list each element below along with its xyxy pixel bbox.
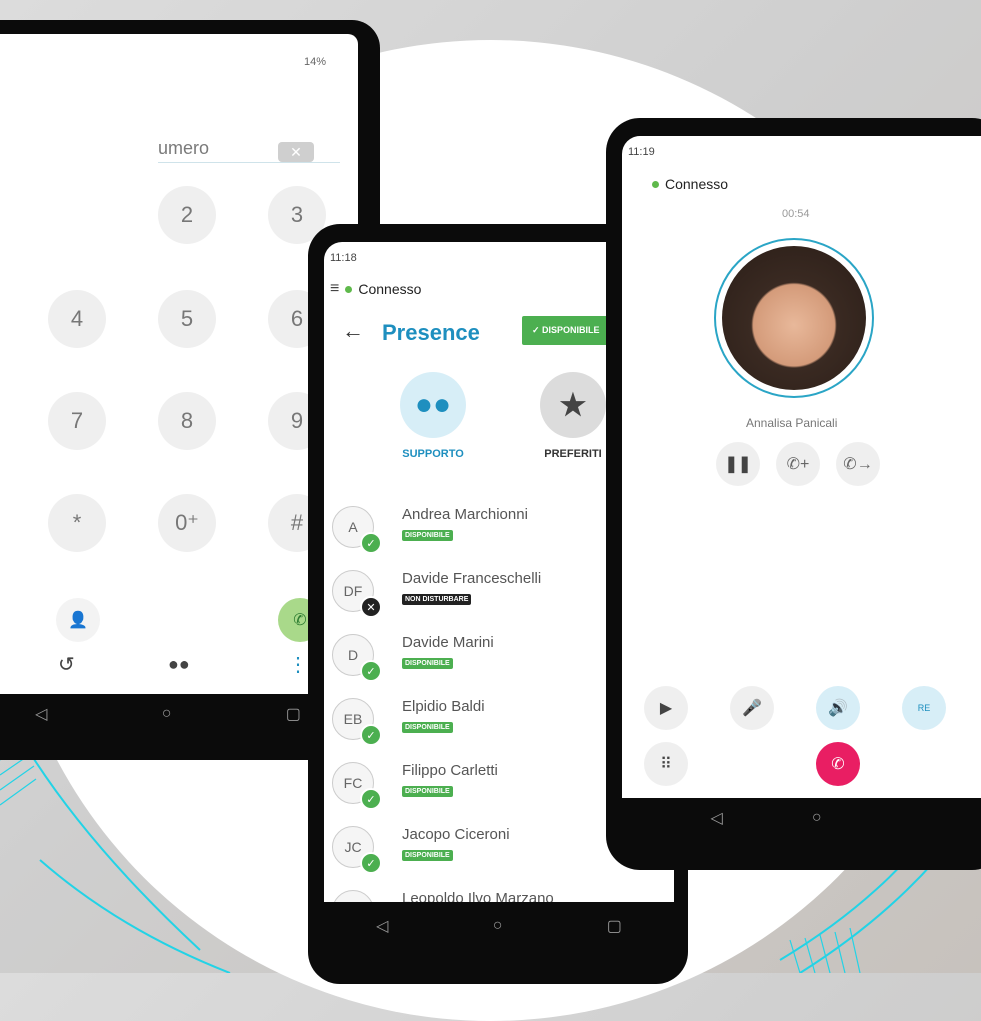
battery-status: 14% bbox=[304, 56, 327, 68]
pause-icon: ❚❚ bbox=[724, 456, 752, 473]
back-icon[interactable]: ◁ bbox=[35, 704, 47, 724]
hangup-icon: ✆ bbox=[831, 756, 845, 773]
status-time: 11:18 bbox=[330, 252, 357, 264]
key-8[interactable]: 8 bbox=[158, 392, 216, 450]
add-contact-icon[interactable]: 👤 bbox=[56, 598, 100, 642]
call-phone: 11:19 Connesso 00:54 Annalisa Panicali ❚… bbox=[606, 118, 981, 870]
available-check-icon: ✓ bbox=[360, 660, 382, 682]
contact-name: Elpidio Baldi bbox=[402, 698, 485, 715]
contacts-icon[interactable]: ●● bbox=[168, 654, 190, 675]
key-4[interactable]: 4 bbox=[48, 290, 106, 348]
dnd-x-icon: ✕ bbox=[360, 596, 382, 618]
transfer-button[interactable]: ✆→ bbox=[836, 442, 880, 486]
dialer-navbar: ◁ ○ ▢ bbox=[0, 704, 358, 724]
phone-icon: ✆ bbox=[293, 612, 307, 629]
contact-name: Filippo Carletti bbox=[402, 762, 498, 779]
contact-name: Andrea Marchionni bbox=[402, 506, 528, 523]
keypad-icon: ⠿ bbox=[660, 756, 672, 773]
keypad-button[interactable]: ⠿ bbox=[644, 742, 688, 786]
back-icon[interactable]: ◁ bbox=[711, 808, 723, 828]
status-button-label: DISPONIBILE bbox=[542, 325, 600, 335]
contact-name: Davide Franceschelli bbox=[402, 570, 542, 587]
key-2[interactable]: 2 bbox=[158, 186, 216, 244]
hangup-button[interactable]: ✆ bbox=[816, 742, 860, 786]
contact-name: Leopoldo Ilvo Marzano bbox=[402, 890, 554, 902]
check-icon: ✓ bbox=[532, 325, 543, 335]
key-7[interactable]: 7 bbox=[48, 392, 106, 450]
recents-icon[interactable]: ▢ bbox=[607, 916, 622, 936]
star-icon: ★ bbox=[540, 372, 606, 438]
status-button[interactable]: ✓ DISPONIBILE bbox=[522, 316, 610, 345]
tab-supporto-label: SUPPORTO bbox=[402, 448, 464, 460]
home-icon[interactable]: ○ bbox=[812, 809, 822, 827]
call-duration: 00:54 bbox=[782, 208, 810, 220]
key-5[interactable]: 5 bbox=[158, 290, 216, 348]
contact-name: Davide Marini bbox=[402, 634, 494, 651]
keypad-tab-icon[interactable]: ⋮ bbox=[288, 652, 308, 677]
status-badge: DISPONIBILE bbox=[402, 658, 453, 669]
available-check-icon: ✓ bbox=[360, 788, 382, 810]
avatar: L bbox=[332, 890, 374, 902]
key-star[interactable]: * bbox=[48, 494, 106, 552]
number-placeholder: umero bbox=[158, 138, 210, 158]
record-label: RE bbox=[917, 703, 931, 713]
speaker-icon: 🔊 bbox=[828, 700, 848, 717]
connection-label: Connesso bbox=[358, 281, 422, 297]
contact-row[interactable]: L Leopoldo Ilvo Marzano bbox=[332, 890, 672, 902]
back-icon[interactable]: ◁ bbox=[376, 916, 388, 936]
status-badge: DISPONIBILE bbox=[402, 530, 453, 541]
status-badge: DISPONIBILE bbox=[402, 722, 453, 733]
video-icon: ▶ bbox=[659, 700, 673, 717]
call-screen: 11:19 Connesso 00:54 Annalisa Panicali ❚… bbox=[622, 136, 981, 798]
backspace-button[interactable]: ✕ bbox=[278, 142, 314, 162]
history-icon[interactable]: ↺ bbox=[58, 652, 75, 677]
speaker-button[interactable]: 🔊 bbox=[816, 686, 860, 730]
call-navbar: ◁ ○ bbox=[666, 808, 866, 828]
online-dot-icon bbox=[652, 180, 659, 188]
record-button[interactable]: RE bbox=[902, 686, 946, 730]
online-dot-icon bbox=[345, 285, 353, 293]
caller-avatar bbox=[722, 246, 866, 390]
available-check-icon: ✓ bbox=[360, 852, 382, 874]
pause-button[interactable]: ❚❚ bbox=[716, 442, 760, 486]
tab-preferiti-label: PREFERITI bbox=[544, 448, 602, 460]
video-button[interactable]: ▶ bbox=[644, 686, 688, 730]
status-time: 11:19 bbox=[628, 146, 655, 158]
recents-icon[interactable]: ▢ bbox=[286, 704, 301, 724]
available-check-icon: ✓ bbox=[360, 532, 382, 554]
add-call-button[interactable]: ✆+ bbox=[776, 442, 820, 486]
mic-off-icon: 🎤 bbox=[742, 700, 762, 717]
connection-label: Connesso bbox=[665, 176, 729, 192]
connection-status: Connesso bbox=[652, 176, 728, 192]
contact-name: Jacopo Ciceroni bbox=[402, 826, 510, 843]
tab-supporto[interactable]: ●● SUPPORTO bbox=[388, 372, 478, 460]
tab-preferiti[interactable]: ★ PREFERITI bbox=[528, 372, 618, 460]
caller-name: Annalisa Panicali bbox=[746, 416, 838, 430]
status-badge: DISPONIBILE bbox=[402, 850, 453, 861]
home-icon[interactable]: ○ bbox=[162, 705, 172, 723]
connection-status: ≡ Connesso bbox=[330, 280, 421, 298]
caller-photo-frame bbox=[714, 238, 874, 398]
phone-plus-icon: ✆+ bbox=[786, 456, 810, 473]
home-icon[interactable]: ○ bbox=[493, 917, 503, 935]
status-badge: DISPONIBILE bbox=[402, 786, 453, 797]
available-check-icon: ✓ bbox=[360, 724, 382, 746]
presence-navbar: ◁ ○ ▢ bbox=[324, 916, 674, 936]
status-badge: NON DISTURBARE bbox=[402, 594, 472, 605]
key-0[interactable]: 0⁺ bbox=[158, 494, 216, 552]
phone-transfer-icon: ✆→ bbox=[843, 456, 873, 473]
mute-button[interactable]: 🎤 bbox=[730, 686, 774, 730]
backspace-icon: ✕ bbox=[290, 143, 302, 160]
menu-icon[interactable]: ≡ bbox=[330, 280, 339, 298]
people-icon: ●● bbox=[400, 372, 466, 438]
back-arrow-icon[interactable]: ← bbox=[342, 318, 364, 344]
page-title: Presence bbox=[382, 320, 480, 345]
dialer-screen: 14% umero ✕ 2 3 4 5 6 7 8 9 * 0⁺ # 👤 ✆ ↺… bbox=[0, 34, 358, 694]
